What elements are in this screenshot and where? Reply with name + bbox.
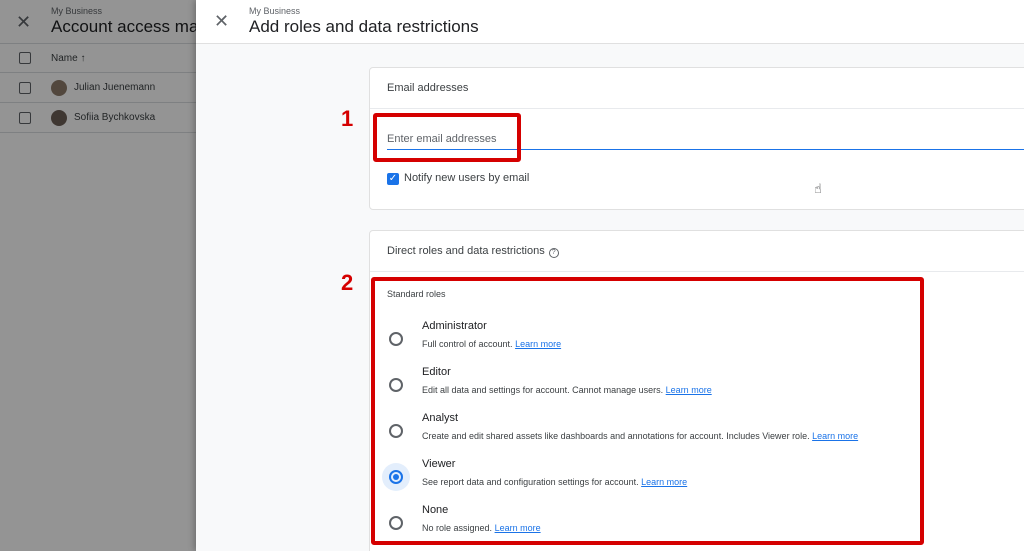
annotation-box-roles <box>371 277 924 545</box>
hand-cursor-icon: ☝ <box>814 181 822 196</box>
notify-label: Notify new users by email <box>404 172 530 184</box>
breadcrumb: My Business <box>249 6 301 16</box>
email-section-heading: Email addresses <box>387 82 469 94</box>
roles-section-heading: Direct roles and data restrictions? <box>387 245 559 258</box>
notify-checkbox[interactable]: ✓ <box>387 173 399 185</box>
roles-card-header: Direct roles and data restrictions? <box>370 231 1024 272</box>
page-title: Add roles and data restrictions <box>249 17 479 36</box>
annotation-box-email <box>373 113 521 162</box>
annotation-step-2: 2 <box>341 270 354 295</box>
drawer-header: ✕ My Business Add roles and data restric… <box>196 0 1024 44</box>
roles-heading-text: Direct roles and data restrictions <box>387 245 545 257</box>
email-card-header: Email addresses <box>370 68 1024 109</box>
help-icon[interactable]: ? <box>548 248 559 258</box>
annotation-step-1: 1 <box>341 106 354 131</box>
close-icon[interactable]: ✕ <box>214 11 229 32</box>
